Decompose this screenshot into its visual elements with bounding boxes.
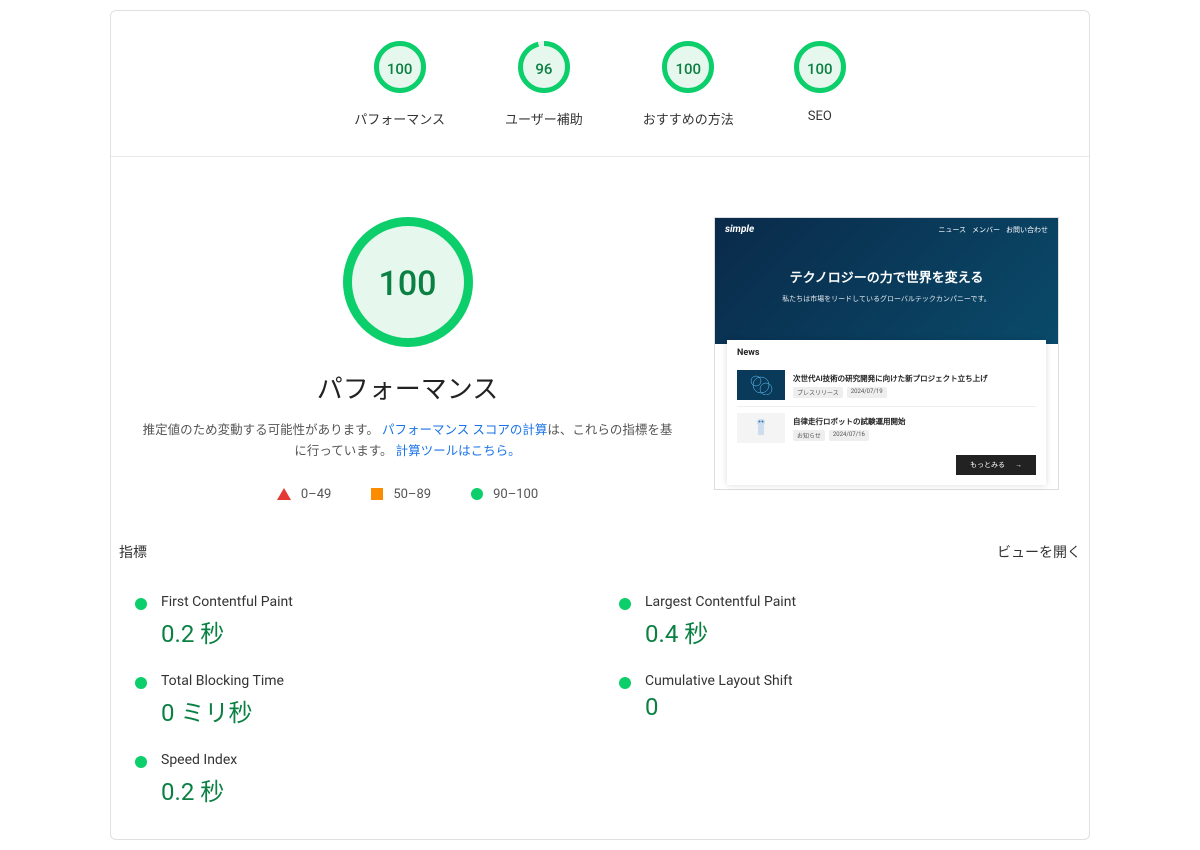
gauge-label: おすすめの方法 [643, 109, 734, 128]
score-legend: 0–49 50–89 90–100 [277, 487, 538, 502]
metric-name: Total Blocking Time [161, 673, 284, 689]
metric-item: Largest Contentful Paint 0.4 秒 [615, 582, 1069, 661]
pass-icon [135, 756, 147, 768]
metric-value: 0.2 秒 [161, 772, 237, 807]
metrics-header: 指標 ビューを開く [111, 532, 1089, 572]
metric-value: 0.4 秒 [645, 614, 796, 649]
metric-value: 0 ミリ秒 [161, 693, 284, 728]
score-calc-link[interactable]: パフォーマンス スコアの計算 [382, 423, 547, 438]
metric-item: Total Blocking Time 0 ミリ秒 [131, 661, 585, 740]
metric-name: Speed Index [161, 752, 237, 768]
fail-icon [277, 488, 291, 500]
category-gauge-パフォーマンス[interactable]: 100 パフォーマンス [354, 41, 445, 128]
category-gauge-SEO[interactable]: 100 SEO [794, 41, 846, 128]
expand-view-link[interactable]: ビューを開く [997, 542, 1081, 562]
metric-value: 0 [645, 693, 793, 721]
report-card: 100 パフォーマンス 96 ユーザー補助 100 おすすめの方法 100 SE… [110, 10, 1090, 840]
calculator-link[interactable]: 計算ツールはこちら。 [396, 444, 521, 459]
metrics-title: 指標 [119, 542, 147, 562]
metric-item: Cumulative Layout Shift 0 [615, 661, 1069, 740]
metric-item: First Contentful Paint 0.2 秒 [131, 582, 585, 661]
performance-title: パフォーマンス [317, 369, 498, 406]
performance-description: 推定値のため変動する可能性があります。 パフォーマンス スコアの計算は、これらの… [141, 420, 674, 463]
gauge-label: パフォーマンス [354, 109, 445, 128]
pass-icon [135, 598, 147, 610]
metrics-grid: First Contentful Paint 0.2 秒 Largest Con… [111, 572, 1089, 839]
category-gauge-おすすめの方法[interactable]: 100 おすすめの方法 [643, 41, 734, 128]
page-screenshot-thumbnail: simple ニュースメンバーお問い合わせ テクノロジーの力で世界を変える 私た… [714, 217, 1059, 490]
metric-name: Cumulative Layout Shift [645, 673, 793, 689]
pass-icon [135, 677, 147, 689]
metric-item: Speed Index 0.2 秒 [131, 740, 585, 819]
performance-gauge-large: 100 [343, 217, 473, 351]
performance-section: 100 パフォーマンス 推定値のため変動する可能性があります。 パフォーマンス … [111, 157, 1089, 532]
gauge-label: ユーザー補助 [505, 109, 583, 128]
pass-icon [619, 677, 631, 689]
pass-icon [471, 488, 483, 500]
metric-name: Largest Contentful Paint [645, 594, 796, 610]
pass-icon [619, 598, 631, 610]
gauge-label: SEO [808, 109, 832, 124]
category-gauges: 100 パフォーマンス 96 ユーザー補助 100 おすすめの方法 100 SE… [111, 41, 1089, 157]
metric-value: 0.2 秒 [161, 614, 293, 649]
metric-name: First Contentful Paint [161, 594, 293, 610]
average-icon [371, 488, 383, 500]
category-gauge-ユーザー補助[interactable]: 96 ユーザー補助 [505, 41, 583, 128]
